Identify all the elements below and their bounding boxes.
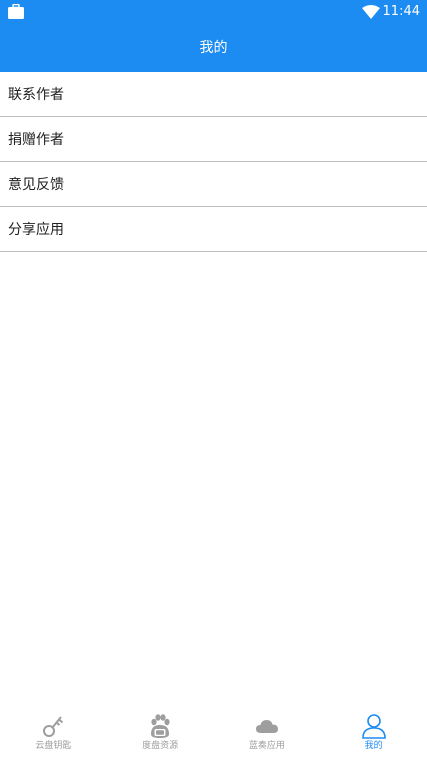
nav-label-mine: 我的 — [364, 741, 383, 751]
page-title: 我的 — [0, 24, 427, 72]
menu-item-feedback[interactable]: 意见反馈 — [0, 162, 427, 207]
bottom-navigation: 云盘钥匙 度盘资源 蓝奏应用 我的 — [0, 703, 427, 759]
settings-menu: 联系作者 捐赠作者 意见反馈 分享应用 — [0, 72, 427, 252]
nav-item-baidu-resources[interactable]: 度盘资源 — [107, 703, 214, 759]
menu-item-donate-author[interactable]: 捐赠作者 — [0, 117, 427, 162]
paw-icon — [151, 714, 170, 738]
nav-label-baidu-resources: 度盘资源 — [142, 741, 179, 751]
nav-item-mine[interactable]: 我的 — [320, 703, 427, 759]
briefcase-icon — [8, 4, 24, 19]
status-time: 11:44 — [382, 4, 420, 19]
user-icon — [361, 714, 386, 739]
menu-item-contact-author[interactable]: 联系作者 — [0, 72, 427, 117]
menu-item-share-app[interactable]: 分享应用 — [0, 207, 427, 252]
key-icon — [43, 716, 64, 737]
nav-item-lanzou-apps[interactable]: 蓝奏应用 — [214, 703, 321, 759]
status-bar: 11:44 — [0, 0, 427, 24]
cloud-icon — [255, 720, 278, 733]
wifi-icon — [362, 5, 380, 19]
nav-label-cloud-key: 云盘钥匙 — [35, 741, 72, 751]
nav-label-lanzou-apps: 蓝奏应用 — [248, 741, 285, 751]
nav-item-cloud-key[interactable]: 云盘钥匙 — [0, 703, 107, 759]
